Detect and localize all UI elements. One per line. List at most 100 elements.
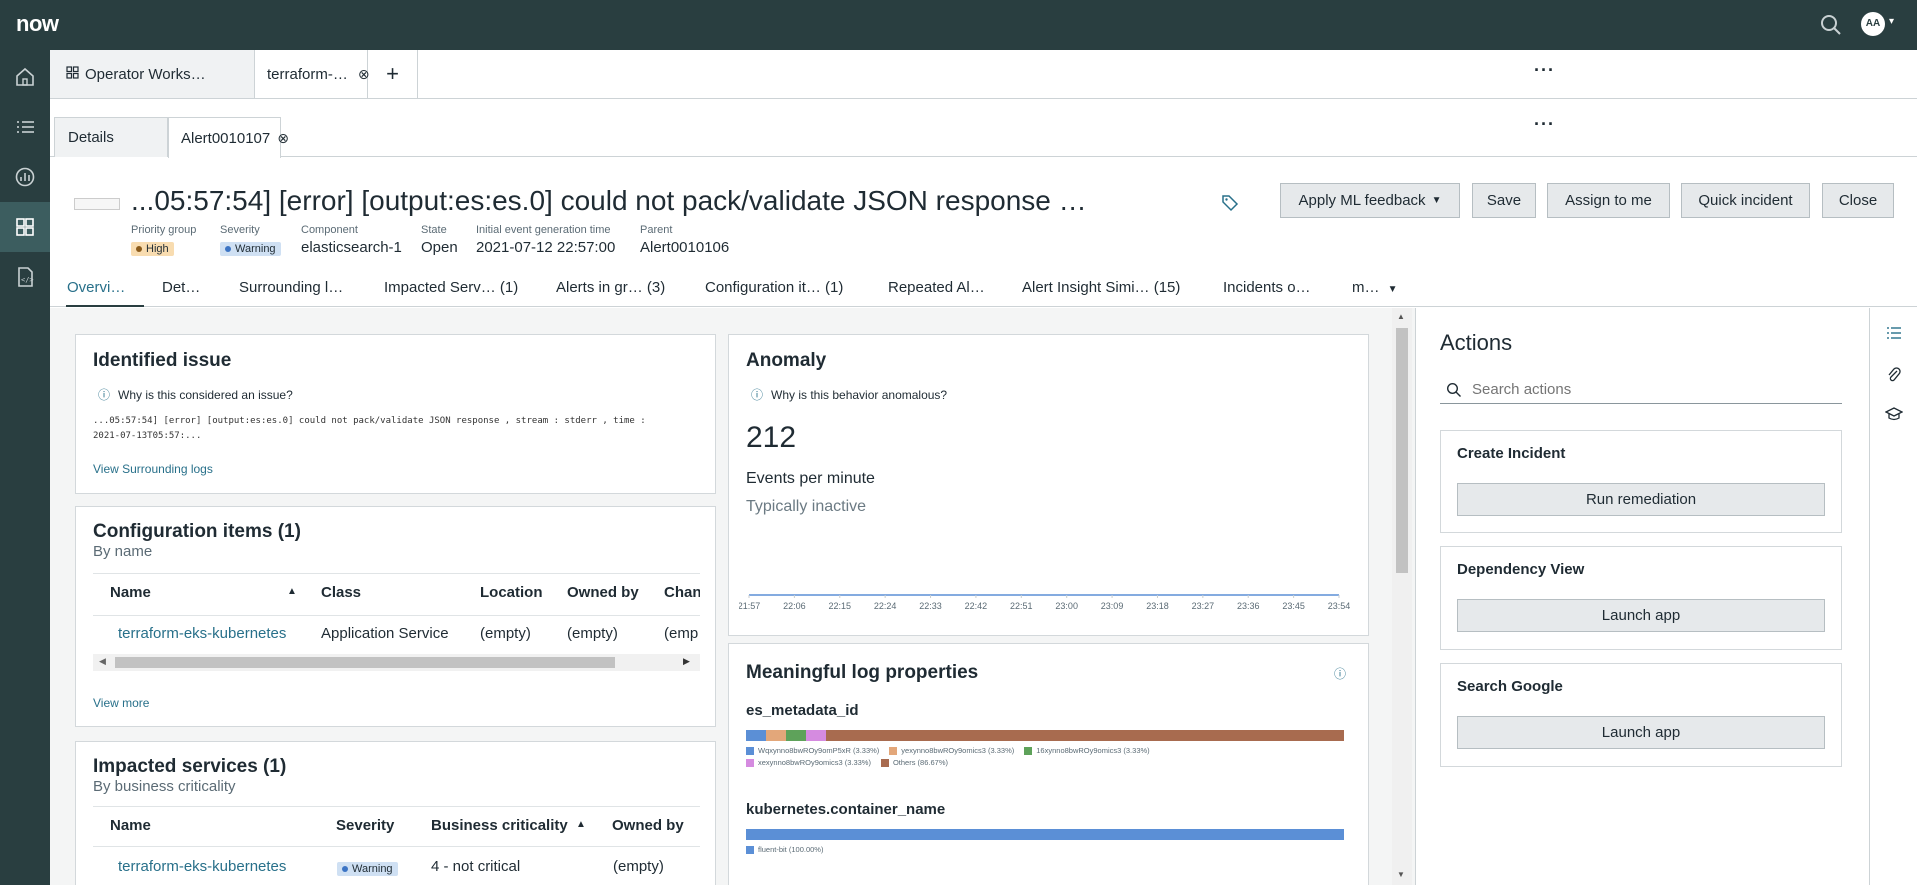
column-header-severity[interactable]: Severity [336, 817, 394, 834]
assign-to-me-button[interactable]: Assign to me [1547, 183, 1670, 218]
close-button[interactable]: Close [1822, 183, 1894, 218]
legend-item[interactable]: fluent-bit (100.00%) [746, 845, 823, 854]
column-header-business-criticality[interactable]: Business criticality [431, 817, 568, 834]
legend-item[interactable]: Wqxynno8bwROy9omP5xR (3.33%) [746, 746, 879, 755]
launch-app-button[interactable]: Launch app [1457, 599, 1825, 632]
log-properties-card: Meaningful log properties ⓘ es_metadata_… [728, 643, 1369, 885]
events-line-chart: 21:57 22:06 22:15 22:24 22:33 22:42 22:51 23:00… [739, 594, 1350, 611]
quick-incident-button[interactable]: Quick incident [1681, 183, 1810, 218]
run-remediation-button[interactable]: Run remediation [1457, 483, 1825, 516]
sort-asc-icon[interactable]: ▲ [287, 586, 297, 597]
badge-label: High [146, 243, 169, 255]
column-header-location[interactable]: Location [480, 584, 543, 601]
why-issue[interactable]: ⓘ Why is this considered an issue? [98, 386, 293, 403]
tab-alert[interactable]: Alert0010107 ⊗ [168, 117, 289, 158]
list-icon[interactable] [0, 102, 50, 152]
workspace-grid-icon[interactable] [0, 202, 50, 252]
field-label: Initial event generation time [476, 224, 611, 236]
list-icon[interactable] [1886, 326, 1902, 345]
tab-incidents[interactable]: Incidents o… [1223, 279, 1311, 296]
legend-swatch [1024, 746, 1033, 755]
column-header-owned-by[interactable]: Owned by [612, 817, 684, 834]
bar-segment[interactable] [746, 730, 766, 741]
x-tick-label: 22:15 [829, 601, 852, 611]
bar-segment[interactable] [805, 730, 826, 741]
column-header-name[interactable]: Name [110, 584, 151, 601]
legend-item[interactable]: yexynno8bwROy9omics3 (3.33%) [889, 746, 1014, 755]
tab-overview[interactable]: Overvi… [67, 279, 125, 296]
tab-configuration-items[interactable]: Configuration it… (1) [705, 279, 843, 296]
tab-more[interactable]: m… ▼ [1352, 279, 1398, 296]
chevron-down-icon[interactable]: ▼ [1397, 870, 1405, 879]
vertical-scrollbar[interactable]: ▲ ▼ [1392, 308, 1412, 885]
column-header-owned-by[interactable]: Owned by [567, 584, 639, 601]
legend-item[interactable]: xexynno8bwROy9omics3 (3.33%) [746, 758, 871, 767]
chevron-down-icon[interactable]: ▾ [1889, 16, 1894, 27]
attachment-icon[interactable] [1887, 366, 1901, 389]
why-anomalous[interactable]: ⓘ Why is this behavior anomalous? [751, 386, 947, 403]
save-button[interactable]: Save [1472, 183, 1536, 218]
add-tab-button[interactable]: + [368, 50, 418, 98]
tab-impacted-services[interactable]: Impacted Serv… (1) [384, 279, 518, 296]
chevron-up-icon[interactable]: ▲ [1397, 312, 1405, 321]
bar-segment[interactable] [825, 730, 1344, 741]
table-cell: (empty) [613, 858, 664, 875]
close-icon[interactable]: ⊗ [277, 130, 289, 147]
view-surrounding-logs-link[interactable]: View Surrounding logs [93, 462, 213, 476]
parent-link[interactable]: Alert0010106 [640, 239, 729, 256]
bar-segment[interactable] [746, 829, 1344, 840]
tab-details[interactable]: Details [54, 117, 168, 157]
tab-operator-workspace[interactable]: Operator Works… [50, 50, 255, 98]
x-tick-label: 23:27 [1192, 601, 1215, 611]
column-header-name[interactable]: Name [110, 817, 151, 834]
more-icon[interactable]: ··· [1534, 114, 1555, 135]
column-header-change[interactable]: Chan [664, 584, 700, 601]
search-icon[interactable] [1818, 12, 1844, 38]
panel-title: Actions [1440, 330, 1513, 355]
home-icon[interactable] [0, 52, 50, 102]
tab-alert-insight[interactable]: Alert Insight Simi… (15) [1022, 279, 1180, 296]
scrollbar-thumb[interactable] [1396, 328, 1408, 573]
initial-time-field: Initial event generation time 2021-07-12… [476, 224, 615, 256]
analytics-icon[interactable] [0, 152, 50, 202]
scrollbar-thumb[interactable] [115, 657, 615, 668]
tag-icon[interactable] [1221, 194, 1239, 217]
tab-surrounding-logs[interactable]: Surrounding l… [239, 279, 343, 296]
column-header-class[interactable]: Class [321, 584, 361, 601]
tab-details[interactable]: Det… [162, 279, 200, 296]
legend-item[interactable]: Others (86.67%) [880, 758, 948, 767]
avatar[interactable]: AA [1861, 12, 1885, 36]
search-actions-input[interactable] [1472, 376, 1832, 402]
info-icon[interactable]: ⓘ [1334, 665, 1346, 682]
chevron-right-icon[interactable]: ▶ [683, 656, 690, 667]
service-name-link[interactable]: terraform-eks-kubernetes [118, 858, 286, 875]
apply-ml-feedback-button[interactable]: Apply ML feedback ▼ [1280, 183, 1460, 218]
horizontal-scrollbar[interactable]: ◀ ▶ [93, 654, 700, 671]
workspace-tab-bar: Operator Works… terraform-… ⊗ + ··· [50, 50, 1917, 99]
property-name: kubernetes.container_name [746, 801, 946, 818]
bar-segment[interactable] [785, 730, 806, 741]
legend-label: yexynno8bwROy9omics3 (3.33%) [901, 746, 1015, 755]
anomaly-unit: Events per minute [746, 470, 875, 487]
view-more-link[interactable]: View more [93, 696, 149, 710]
sort-asc-icon[interactable]: ▲ [576, 819, 586, 830]
ci-name-link[interactable]: terraform-eks-kubernetes [118, 625, 286, 642]
overview-panel: Identified issue ⓘ Why is this considere… [50, 308, 1415, 885]
legend-item[interactable]: 16xynno8bwROy9omics3 (3.33%) [1024, 746, 1150, 755]
x-tick-label: 22:33 [919, 601, 942, 611]
tab-alerts-in-group[interactable]: Alerts in gr… (3) [556, 279, 665, 296]
x-tick-label: 23:00 [1055, 601, 1078, 611]
more-icon[interactable]: ··· [1534, 60, 1555, 81]
card-title: Impacted services (1) [93, 756, 287, 777]
bar-segment[interactable] [765, 730, 786, 741]
knowledge-icon[interactable] [1884, 407, 1904, 426]
search-actions-field[interactable] [1440, 374, 1842, 404]
table-cell: (emp [664, 625, 699, 642]
action-title: Dependency View [1457, 561, 1585, 578]
tab-repeated-alerts[interactable]: Repeated Al… [888, 279, 985, 296]
now-logo[interactable]: now [16, 11, 59, 37]
tab-terraform[interactable]: terraform-… ⊗ [255, 50, 370, 98]
chevron-left-icon[interactable]: ◀ [99, 656, 106, 667]
launch-app-button[interactable]: Launch app [1457, 716, 1825, 749]
script-file-icon[interactable]: </> [0, 252, 50, 302]
